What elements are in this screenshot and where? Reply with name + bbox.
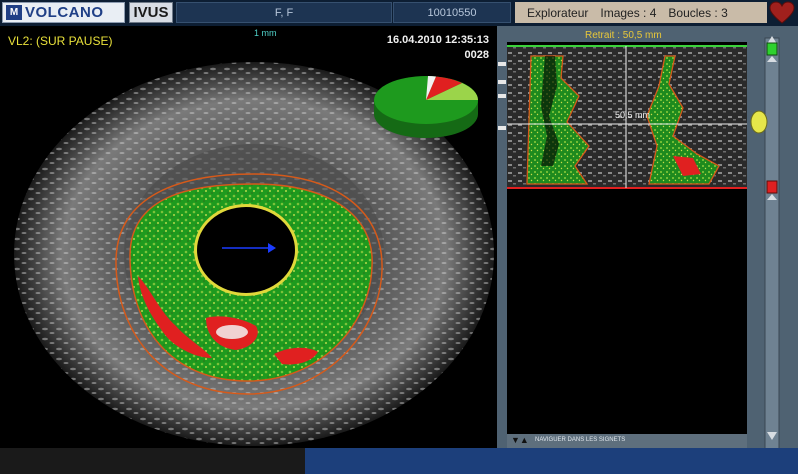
longitudinal-view[interactable]: [497, 26, 798, 474]
patient-id-field: 10010550: [393, 2, 511, 23]
longitudinal-panel: Retrait : 50,5 mm 50,5 mm: [497, 26, 798, 474]
patient-name-field: F, F: [176, 2, 392, 23]
ivus-cross-section-view[interactable]: VL2: (SUR PAUSE) 1 mm 16.04.2010 12:35:1…: [0, 26, 497, 448]
mode-badge: IVUS: [129, 2, 173, 23]
scale-label: 1 mm: [254, 28, 277, 38]
retrait-label: Retrait : 50,5 mm: [585, 30, 662, 41]
brand-logo: M VOLCANO: [2, 2, 125, 23]
nav-label: NAVIGUER DANS LES SIGNETS: [535, 437, 626, 443]
images-count[interactable]: Images : 4: [600, 6, 656, 20]
longitudinal-scrollbar: [764, 37, 780, 457]
menu-area: Explorateur Images : 4 Boucles : 3: [515, 2, 767, 23]
ivus-image: [14, 62, 494, 446]
volcano-logo-icon: M: [6, 5, 22, 20]
top-toolbar: M VOLCANO IVUS F, F 10010550 Explorateur…: [0, 0, 798, 26]
explorer-button[interactable]: Explorateur: [527, 6, 588, 20]
end-marker: [766, 180, 778, 194]
tissue-pie-chart: [374, 76, 478, 138]
bookmark-nav-bar: ▼▲ NAVIGUER DANS LES SIGNETS: [507, 434, 747, 448]
prev-bookmark-button[interactable]: ▼▲: [511, 435, 529, 445]
position-readout: 50,5 mm: [615, 110, 651, 120]
bottom-overlay-banner: [305, 448, 798, 474]
frame-number: 0028: [464, 49, 489, 61]
heart-icon[interactable]: [768, 1, 796, 25]
brand-name: VOLCANO: [25, 4, 104, 21]
loops-count[interactable]: Boucles : 3: [668, 6, 727, 20]
current-position-marker: [750, 110, 768, 134]
start-marker: [766, 42, 778, 56]
acquisition-datetime: 16.04.2010 12:35:13: [386, 34, 489, 46]
view-status: VL2: (SUR PAUSE): [8, 34, 113, 48]
